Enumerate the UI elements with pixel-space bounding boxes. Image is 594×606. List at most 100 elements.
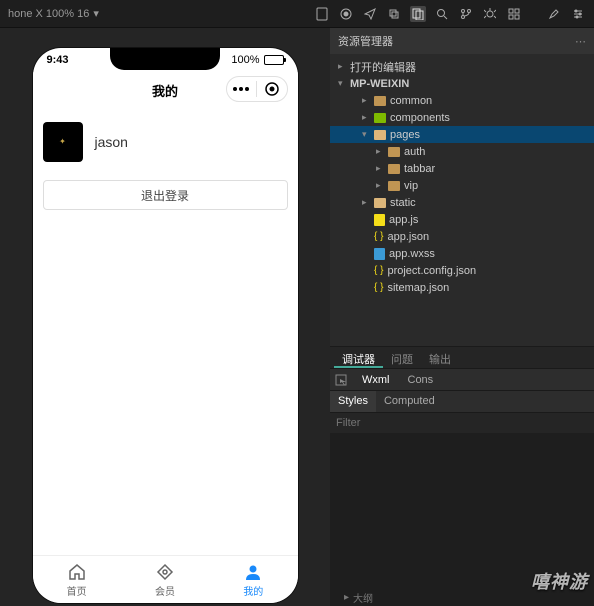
tree-arrow-icon: ▸ (376, 180, 384, 191)
resource-panel-more-icon[interactable]: ⋯ (575, 35, 586, 48)
home-icon (67, 562, 87, 582)
tree-item[interactable]: { } sitemap.json (330, 279, 594, 296)
capsule-menu-button[interactable] (227, 86, 257, 92)
tab-problems[interactable]: 问题 (383, 347, 421, 368)
tree-item[interactable]: ▸ common (330, 92, 594, 109)
top-toolbar: hone X 100% 16 ▾ (0, 0, 594, 28)
debug-icon[interactable] (482, 6, 498, 22)
tabbar: 首页 会员 我的 (33, 555, 298, 603)
js-file-icon (374, 214, 385, 226)
username: jason (95, 134, 128, 150)
copy-icon[interactable] (386, 6, 402, 22)
tree-item[interactable]: { } app.json (330, 228, 594, 245)
tree-item[interactable]: app.js (330, 211, 594, 228)
tree-arrow-icon: ▸ (376, 146, 384, 157)
tree-item[interactable]: app.wxss (330, 245, 594, 262)
tree-arrow-icon: ▸ (362, 95, 370, 106)
status-battery-pct: 100% (231, 54, 259, 66)
tree-arrow-icon: ▾ (362, 129, 370, 140)
debug-panel: 调试器 问题 输出 Wxml Cons Styles Computed (330, 346, 594, 606)
device-selector-chevron[interactable]: ▾ (93, 7, 99, 20)
settings-icon[interactable] (570, 6, 586, 22)
capsule-close-button[interactable] (257, 81, 287, 97)
tree-item[interactable]: ▾MP-WEIXIN (330, 75, 594, 92)
tree-item[interactable]: ▸ auth (330, 143, 594, 160)
tab-mine[interactable]: 我的 (209, 556, 297, 603)
tree-item[interactable]: ▸ static (330, 194, 594, 211)
user-icon (243, 562, 263, 582)
device-icon[interactable] (314, 6, 330, 22)
tree-item-label: common (390, 95, 432, 107)
tree-item[interactable]: ▸tabbar (330, 160, 594, 177)
grid-icon[interactable] (506, 6, 522, 22)
element-picker-icon[interactable] (334, 373, 348, 387)
tab-styles[interactable]: Styles (330, 391, 376, 412)
json-file-icon: { } (374, 265, 383, 276)
folder-icon (374, 198, 386, 208)
tree-item[interactable]: ▾ pages (330, 126, 594, 143)
brush-icon[interactable] (546, 6, 562, 22)
styles-body[interactable] (330, 433, 594, 606)
device-selector-label[interactable]: hone X 100% 16 (8, 8, 89, 20)
right-pane: 资源管理器 ⋯ ▸ 打开的编辑器▾MP-WEIXIN ▸ common ▸compone… (330, 28, 594, 606)
avatar: ✦ (43, 122, 83, 162)
tree-item-label: pages (390, 129, 420, 141)
wxss-file-icon (374, 248, 385, 260)
tab-wxml[interactable]: Wxml (354, 371, 398, 389)
tab-output[interactable]: 输出 (421, 347, 459, 368)
status-bar: 9:43 100% (33, 48, 298, 72)
page-header: 我的 (33, 72, 298, 108)
tree-arrow-icon: ▸ (362, 197, 370, 208)
debug-primary-tabs: 调试器 问题 输出 (330, 347, 594, 369)
json-file-icon: { } (374, 231, 383, 242)
outline-chevron-icon: ▸ (344, 592, 349, 603)
simulator-pane: 9:43 100% 我的 ✦ (0, 28, 330, 606)
record-icon[interactable] (338, 6, 354, 22)
folder-icon (388, 164, 400, 174)
tree-item-label: project.config.json (387, 265, 476, 277)
tree-item[interactable]: { } project.config.json (330, 262, 594, 279)
tree-item-label: auth (404, 146, 425, 158)
styles-tabs: Styles Computed (330, 391, 594, 413)
tree-item-label: tabbar (404, 163, 435, 175)
tree-item-label: app.js (389, 214, 418, 226)
tree-item-label: 打开的编辑器 (350, 59, 416, 75)
tree-arrow-icon: ▸ (362, 112, 370, 123)
tree-item-label: app.wxss (389, 248, 435, 260)
tab-mine-label: 我的 (243, 583, 263, 598)
resource-tree[interactable]: ▸ 打开的编辑器▾MP-WEIXIN ▸ common ▸components ▾ page… (330, 54, 594, 346)
profile-row[interactable]: ✦ jason (33, 108, 298, 176)
tree-arrow-icon: ▸ (338, 61, 346, 72)
json-file-icon: { } (374, 282, 383, 293)
tree-item-label: vip (404, 180, 418, 192)
phone-notch (110, 48, 220, 70)
tab-debugger[interactable]: 调试器 (334, 347, 383, 368)
tab-home[interactable]: 首页 (33, 556, 121, 603)
tree-item[interactable]: ▸components (330, 109, 594, 126)
tab-vip-label: 会员 (155, 583, 175, 598)
phone-frame: 9:43 100% 我的 ✦ (33, 48, 298, 603)
search-icon[interactable] (434, 6, 450, 22)
tab-vip[interactable]: 会员 (121, 556, 209, 603)
folder-icon (388, 181, 400, 191)
tree-item-label: app.json (387, 231, 429, 243)
resource-panel-header: 资源管理器 ⋯ (330, 28, 594, 54)
tree-item[interactable]: ▸ vip (330, 177, 594, 194)
page-title: 我的 (152, 81, 178, 100)
outline-strip[interactable]: ▸ 大纲 (340, 588, 494, 606)
styles-filter-input[interactable] (336, 417, 588, 429)
tree-item[interactable]: ▸ 打开的编辑器 (330, 58, 594, 75)
pages-icon[interactable] (410, 6, 426, 22)
tree-item-label: static (390, 197, 416, 209)
logout-button[interactable]: 退出登录 (43, 180, 288, 210)
send-icon[interactable] (362, 6, 378, 22)
tree-item-label: sitemap.json (387, 282, 449, 294)
tree-arrow-icon: ▾ (338, 78, 346, 89)
battery-icon (264, 55, 284, 65)
tab-computed[interactable]: Computed (376, 391, 443, 412)
branch-icon[interactable] (458, 6, 474, 22)
tab-console[interactable]: Cons (400, 371, 442, 389)
folder-icon (374, 113, 386, 123)
outline-label: 大纲 (353, 590, 373, 605)
vip-icon (155, 562, 175, 582)
